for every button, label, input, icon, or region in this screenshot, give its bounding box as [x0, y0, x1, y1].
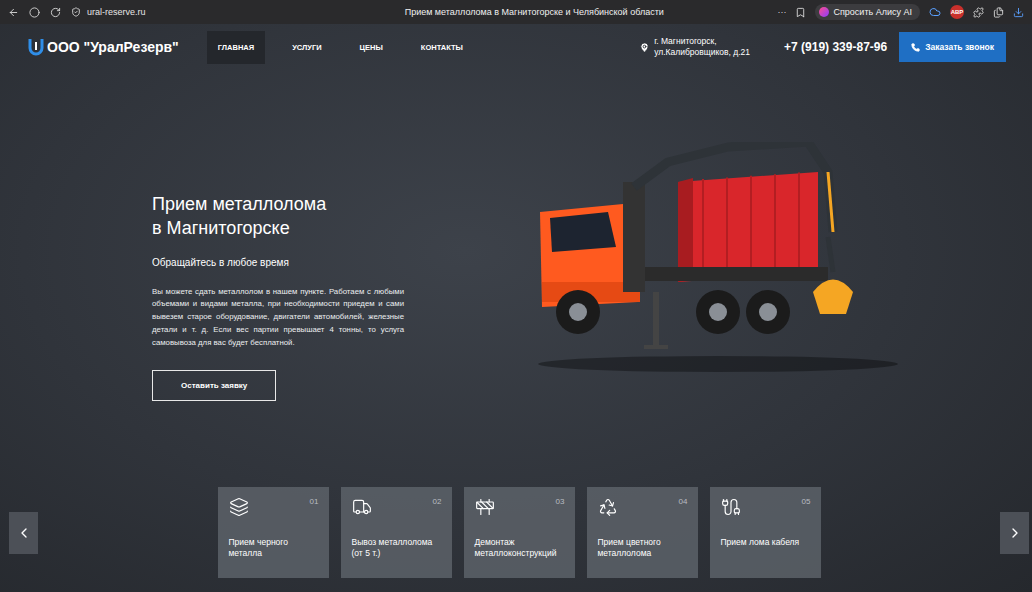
pin-icon [639, 42, 650, 53]
nav-item[interactable]: ЦЕНЫ [349, 31, 394, 64]
yandex-icon[interactable] [29, 7, 40, 18]
address-line: г. Магнитогорск, [654, 36, 750, 47]
url-text: ural-reserve.ru [87, 7, 146, 17]
card-number: 04 [679, 497, 688, 506]
card-number: 05 [802, 497, 811, 506]
service-card[interactable]: 03 Демонтаж металлоконструкций [464, 487, 575, 578]
card-label: Прием черного металла [229, 537, 319, 559]
hero: Прием металлоломав Магнитогорске Обращайт… [0, 64, 1032, 487]
service-icon [229, 497, 249, 517]
truck-icon [528, 142, 918, 377]
card-number: 03 [556, 497, 565, 506]
card-label: Демонтаж металлоконструкций [475, 537, 565, 559]
shield-icon [71, 7, 81, 17]
card-label: Прием лома кабеля [721, 537, 811, 548]
call-button[interactable]: Заказать звонок [899, 32, 1006, 62]
chevron-left-icon [16, 525, 32, 541]
reload-icon[interactable] [50, 7, 61, 18]
main-nav: ГЛАВНАЯ УСЛУГИ ЦЕНЫ КОНТАКТЫ [207, 31, 490, 64]
service-icon [721, 497, 741, 517]
card-number: 02 [433, 497, 442, 506]
assistant-button[interactable]: Спросить Алису AI [815, 4, 920, 20]
card-top: 05 [721, 497, 811, 537]
card-number: 01 [310, 497, 319, 506]
service-icon [598, 497, 618, 517]
nav-item[interactable]: КОНТАКТЫ [410, 31, 474, 64]
page: ООО "УралРезерв" ГЛАВНАЯ УСЛУГИ ЦЕНЫ КОНТАКТ… [0, 24, 1032, 592]
hero-title-line: в Магнитогорске [152, 216, 404, 240]
services-carousel: 01 Прием черного металла 02 Вывоз металлоло… [0, 487, 1032, 592]
extensions-icon[interactable] [973, 7, 984, 18]
service-card[interactable]: 04 Прием цветного металлолома [587, 487, 698, 578]
next-button[interactable] [1000, 512, 1029, 554]
hero-text: Прием металлоломав Магнитогорске Обращайт… [152, 64, 404, 487]
service-card[interactable]: 01 Прием черного металла [218, 487, 329, 578]
truck-picture [528, 64, 918, 487]
card-top: 01 [229, 497, 319, 537]
bookmark-icon[interactable] [795, 7, 806, 18]
card-label: Прием цветного металлолома [598, 537, 688, 559]
hero-title-line: Прием металлолома [152, 192, 404, 216]
menu-dots[interactable]: ··· [777, 7, 786, 17]
card-top: 03 [475, 497, 565, 537]
alice-icon [819, 7, 829, 17]
page-title: Прием металлолома в Магнитогорске и Челя… [301, 7, 767, 17]
phone-icon [911, 43, 920, 52]
hero-subtitle: Обращайтесь в любое время [152, 257, 404, 268]
nav-item[interactable]: ГЛАВНАЯ [207, 31, 265, 64]
hero-paragraph: Вы можете сдать металлолом в нашем пункт… [152, 286, 404, 350]
browser-toolbar: ural-reserve.ru Прием металлолома в Магни… [0, 0, 1032, 24]
request-button[interactable]: Оставить заявку [152, 370, 276, 401]
cloud-icon[interactable] [929, 6, 941, 18]
address-text: г. Магнитогорск,ул.Калибровщиков, д.21 [654, 36, 750, 57]
address: г. Магнитогорск,ул.Калибровщиков, д.21 [639, 36, 750, 57]
prev-button[interactable] [9, 512, 38, 554]
logo-icon [28, 38, 44, 56]
service-cards: 01 Прием черного металла 02 Вывоз металлоло… [218, 487, 821, 578]
address-bar[interactable]: ural-reserve.ru [71, 7, 291, 17]
tabs-icon[interactable] [993, 7, 1004, 18]
back-icon[interactable] [8, 7, 19, 18]
card-top: 02 [352, 497, 442, 537]
service-icon [352, 497, 372, 517]
browser-window: ural-reserve.ru Прием металлолома в Магни… [0, 0, 1032, 592]
service-card[interactable]: 05 Прием лома кабеля [710, 487, 821, 578]
chevron-right-icon [1007, 525, 1023, 541]
nav-item[interactable]: УСЛУГИ [281, 31, 332, 64]
service-icon [475, 497, 495, 517]
toolbar-right: ··· Спросить Алису AI ABP [777, 4, 1024, 20]
site-header: ООО "УралРезерв" ГЛАВНАЯ УСЛУГИ ЦЕНЫ КОНТАКТ… [0, 24, 1032, 64]
logo[interactable]: ООО "УралРезерв" [28, 38, 179, 56]
download-icon[interactable] [1013, 7, 1024, 18]
adblock-badge[interactable]: ABP [950, 5, 964, 19]
address-line: ул.Калибровщиков, д.21 [654, 47, 750, 58]
service-card[interactable]: 02 Вывоз металлолома (от 5 т.) [341, 487, 452, 578]
logo-text: ООО "УралРезерв" [47, 39, 179, 55]
card-top: 04 [598, 497, 688, 537]
hero-title: Прием металлоломав Магнитогорске [152, 192, 404, 241]
card-label: Вывоз металлолома (от 5 т.) [352, 537, 442, 559]
phone-number[interactable]: +7 (919) 339-87-96 [784, 40, 887, 54]
